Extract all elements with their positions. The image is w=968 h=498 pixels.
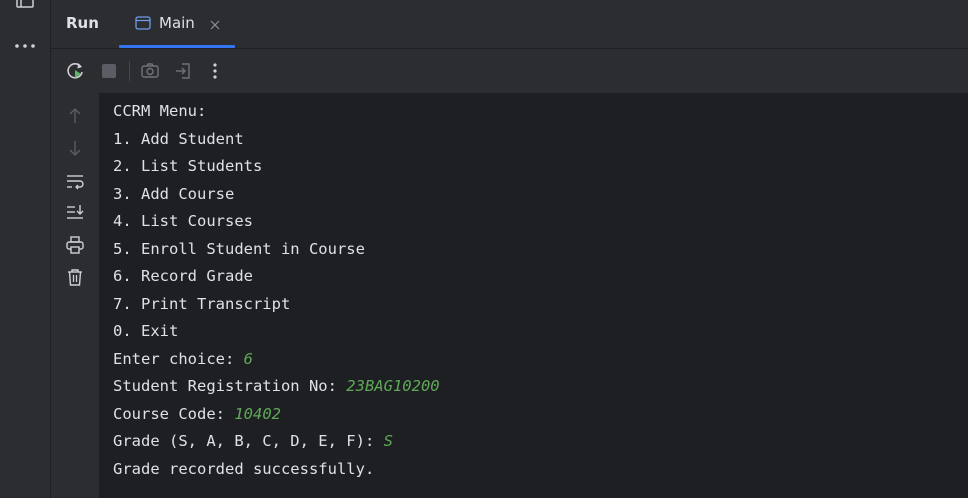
- run-toolwindow-header: Run Main: [51, 0, 968, 49]
- console-line: CCRM Menu:: [113, 102, 207, 120]
- screenshot-icon[interactable]: [140, 61, 160, 81]
- exit-icon[interactable]: [173, 61, 193, 81]
- stop-icon[interactable]: [99, 61, 119, 81]
- console-line: 3. Add Course: [113, 185, 235, 203]
- rerun-icon[interactable]: [66, 61, 86, 81]
- scroll-up-icon[interactable]: [65, 106, 85, 126]
- project-icon[interactable]: [15, 0, 35, 10]
- console-line: 5. Enroll Student in Course: [113, 240, 365, 258]
- soft-wrap-icon[interactable]: [65, 171, 85, 191]
- scroll-to-end-icon[interactable]: [65, 202, 85, 222]
- run-toolbar: [51, 49, 968, 93]
- close-icon[interactable]: [209, 16, 221, 30]
- user-input: 10402: [234, 405, 281, 423]
- console-line: Student Registration No: 23BAG10200: [113, 377, 440, 395]
- toolbar-separator: [129, 61, 130, 81]
- tab-label: Main: [159, 14, 195, 32]
- more-icon[interactable]: [13, 38, 37, 54]
- console-line: 0. Exit: [113, 322, 179, 340]
- console-gutter: [51, 93, 99, 498]
- toolwindow-title: Run: [66, 14, 99, 32]
- console-icon: [135, 15, 151, 31]
- user-input: S: [383, 432, 393, 450]
- console-line: Grade recorded successfully.: [113, 460, 375, 478]
- console-line: 1. Add Student: [113, 130, 244, 148]
- user-input: 6: [243, 350, 253, 368]
- user-input: 23BAG10200: [346, 377, 440, 395]
- console-output[interactable]: CCRM Menu: 1. Add Student 2. List Studen…: [99, 93, 968, 498]
- clear-icon[interactable]: [65, 267, 85, 287]
- console-line: Enter choice: 6: [113, 350, 253, 368]
- tab-active-indicator: [119, 45, 235, 48]
- console-line: 7. Print Transcript: [113, 295, 291, 313]
- options-icon[interactable]: [205, 61, 225, 81]
- print-icon[interactable]: [65, 235, 85, 255]
- activity-bar: [0, 0, 51, 498]
- console-line: Grade (S, A, B, C, D, E, F): S: [113, 432, 393, 450]
- console-line: 4. List Courses: [113, 212, 253, 230]
- console-line: Course Code: 10402: [113, 405, 281, 423]
- scroll-down-icon[interactable]: [65, 138, 85, 158]
- console-line: 2. List Students: [113, 157, 263, 175]
- console-line: 6. Record Grade: [113, 267, 253, 285]
- tab-main[interactable]: Main: [119, 0, 235, 48]
